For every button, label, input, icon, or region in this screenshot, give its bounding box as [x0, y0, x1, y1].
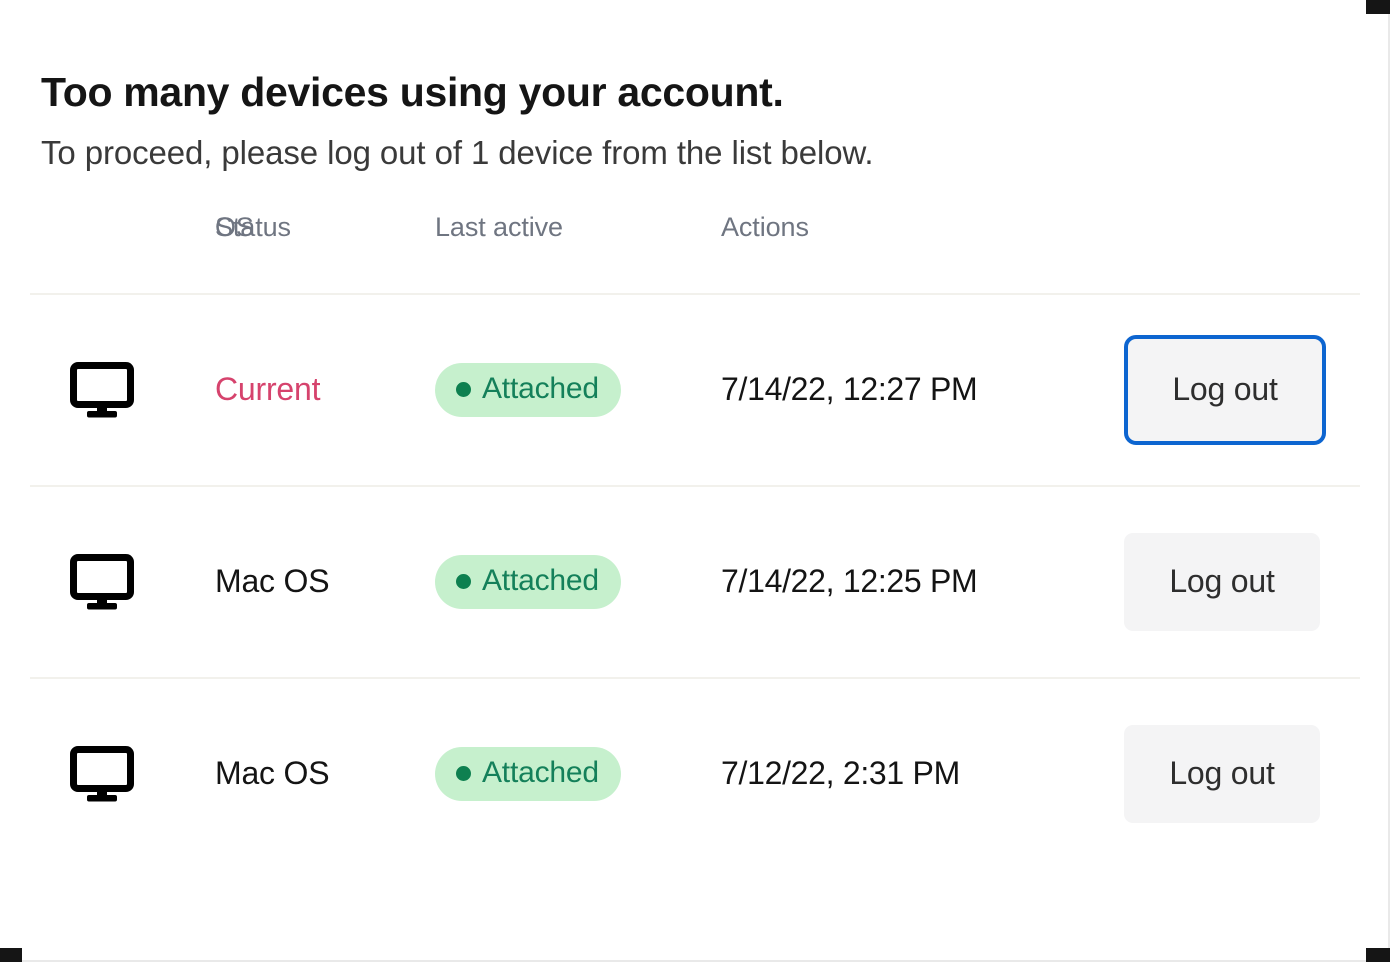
page-title: Too many devices using your account.: [41, 69, 784, 115]
status-badge: Attached: [435, 362, 621, 417]
device-last-active-cell: 7/14/22, 12:27 PM: [721, 294, 1124, 486]
device-actions-cell: Log out: [1124, 486, 1360, 678]
corner-mark-bottom-right: [1366, 948, 1390, 962]
log-out-button[interactable]: Log out: [1124, 724, 1320, 823]
status-badge-label: Attached: [482, 563, 599, 597]
device-icon-cell: [30, 294, 215, 486]
status-badge: Attached: [435, 554, 621, 609]
device-os-cell: Mac OS: [215, 486, 435, 678]
device-os-label: Mac OS: [215, 755, 330, 791]
device-last-active-cell: 7/12/22, 2:31 PM: [721, 678, 1124, 869]
device-last-active-value: 7/14/22, 12:27 PM: [721, 371, 978, 407]
device-status-cell: Attached: [435, 486, 721, 678]
page-subtitle: To proceed, please log out of 1 device f…: [41, 133, 874, 171]
device-os-cell: Mac OS: [215, 678, 435, 869]
device-icon-cell: [30, 486, 215, 678]
monitor-icon: [70, 745, 215, 802]
monitor-icon: [70, 553, 215, 610]
table-header-row: OS Status Last active Actions: [30, 212, 1360, 294]
device-actions-cell: Log out: [1124, 294, 1360, 486]
table-row: Current Attached 7/14/22, 12:27 PM Log o…: [30, 293, 1360, 486]
device-last-active-value: 7/12/22, 2:31 PM: [721, 755, 960, 791]
device-status-cell: Attached: [435, 294, 721, 486]
device-os-cell: Current: [215, 294, 435, 486]
device-actions-cell: Log out: [1124, 678, 1360, 869]
column-header-actions: Actions: [721, 211, 809, 242]
devices-table-body: Current Attached 7/14/22, 12:27 PM Log o…: [30, 293, 1360, 869]
status-badge: Attached: [435, 746, 621, 801]
device-os-label: Current: [215, 371, 321, 407]
column-header-last-active: Last active: [435, 211, 563, 242]
device-icon-cell: [30, 678, 215, 869]
device-status-cell: Attached: [435, 678, 721, 869]
monitor-icon: [70, 361, 215, 418]
corner-mark-bottom-left: [0, 948, 22, 962]
corner-mark-top-right: [1366, 0, 1390, 14]
table-row: Mac OS Attached 7/14/22, 12:25 PM Log ou…: [30, 485, 1360, 678]
devices-table-head: OS Status Last active Actions: [30, 212, 1360, 294]
heading-block: Too many devices using your account. To …: [0, 0, 1360, 173]
status-dot-icon: [456, 574, 471, 589]
log-out-button[interactable]: Log out: [1124, 532, 1320, 631]
devices-panel: Too many devices using your account. To …: [0, 0, 1360, 869]
column-header-os: OS: [215, 211, 254, 242]
device-last-active-cell: 7/14/22, 12:25 PM: [721, 486, 1124, 678]
device-last-active-value: 7/14/22, 12:25 PM: [721, 563, 978, 599]
table-row: Mac OS Attached 7/12/22, 2:31 PM Log out: [30, 677, 1360, 869]
column-header-spacer: [1124, 212, 1360, 294]
log-out-button[interactable]: Log out: [1124, 334, 1326, 445]
status-dot-icon: [456, 382, 471, 397]
status-badge-label: Attached: [482, 755, 599, 789]
device-os-label: Mac OS: [215, 563, 330, 599]
status-dot-icon: [456, 766, 471, 781]
devices-table: OS Status Last active Actions Current At…: [30, 212, 1360, 869]
status-badge-label: Attached: [482, 371, 599, 405]
column-header-status: Status: [215, 211, 291, 242]
